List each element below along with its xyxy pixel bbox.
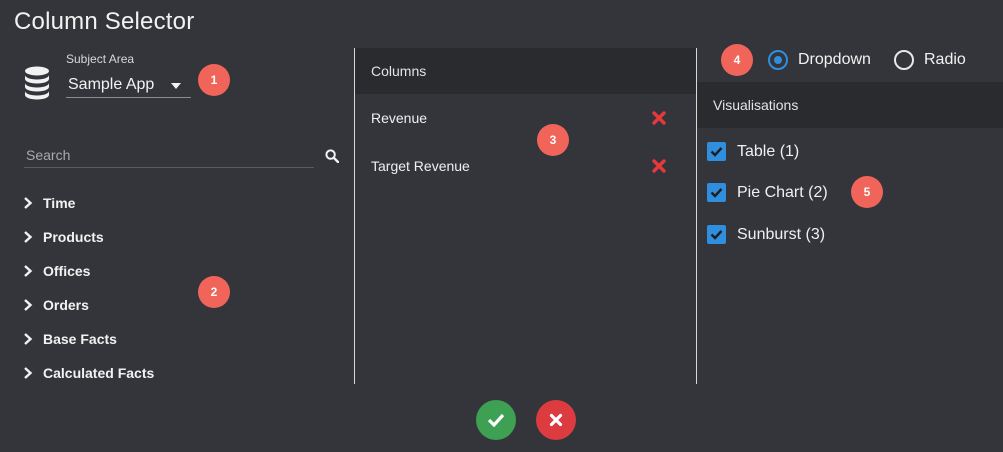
- columns-header: Columns: [355, 48, 696, 94]
- checkbox-label: Pie Chart (2): [737, 183, 828, 201]
- tree-item-base-facts[interactable]: Base Facts: [22, 322, 154, 356]
- tree-item-label: Time: [43, 195, 76, 211]
- callout-badge-4: 4: [721, 44, 753, 76]
- checkbox-checked-icon: [707, 183, 726, 202]
- chevron-right-icon: [24, 197, 33, 209]
- tree-item-products[interactable]: Products: [22, 220, 154, 254]
- checkbox-checked-icon: [707, 225, 726, 244]
- radio-selected-icon: [768, 50, 788, 70]
- checkbox-table[interactable]: Table (1): [707, 142, 799, 161]
- column-item-target-revenue: Target Revenue: [371, 154, 671, 178]
- cancel-button[interactable]: [536, 400, 576, 440]
- checkbox-checked-icon: [707, 142, 726, 161]
- callout-badge-2: 2: [198, 276, 230, 308]
- remove-icon[interactable]: [651, 110, 667, 126]
- subject-area-dropdown[interactable]: Sample App: [66, 74, 191, 98]
- tree-item-calculated-facts[interactable]: Calculated Facts: [22, 356, 154, 390]
- confirm-button[interactable]: [476, 400, 516, 440]
- caret-down-icon: [171, 83, 181, 89]
- tree-item-label: Calculated Facts: [43, 365, 155, 381]
- tree-item-label: Base Facts: [43, 331, 117, 347]
- subject-area-label: Subject Area: [66, 52, 135, 66]
- radio-unselected-icon: [894, 50, 914, 70]
- tree-item-label: Products: [43, 229, 104, 245]
- chevron-right-icon: [24, 265, 33, 277]
- checkbox-label: Sunburst (3): [737, 225, 826, 243]
- radio-radio[interactable]: Radio: [894, 50, 966, 70]
- column-item-label: Revenue: [371, 110, 428, 126]
- subject-area-value: Sample App: [68, 76, 155, 93]
- page-title: Column Selector: [14, 8, 195, 35]
- tree-item-orders[interactable]: Orders: [22, 288, 154, 322]
- radio-dropdown[interactable]: Dropdown: [768, 50, 871, 70]
- column-item-revenue: Revenue: [371, 106, 671, 130]
- radio-label: Dropdown: [798, 51, 871, 68]
- chevron-right-icon: [24, 333, 33, 345]
- callout-badge-1: 1: [198, 64, 230, 96]
- chevron-right-icon: [24, 299, 33, 311]
- panel-divider: [354, 48, 355, 384]
- radio-label: Radio: [924, 51, 966, 68]
- tree-item-time[interactable]: Time: [22, 186, 154, 220]
- subject-area-tree: Time Products Offices Orders Base Facts …: [22, 186, 154, 390]
- tree-item-offices[interactable]: Offices: [22, 254, 154, 288]
- close-icon: [549, 413, 563, 427]
- search-input[interactable]: [24, 144, 314, 166]
- column-item-label: Target Revenue: [371, 158, 470, 174]
- search-field: [24, 144, 314, 168]
- checkbox-sunburst[interactable]: Sunburst (3): [707, 225, 825, 244]
- check-icon: [487, 413, 505, 427]
- callout-badge-3: 3: [537, 124, 569, 156]
- search-icon[interactable]: [325, 149, 339, 163]
- chevron-right-icon: [24, 367, 33, 379]
- tree-item-label: Offices: [43, 263, 91, 279]
- remove-icon[interactable]: [651, 158, 667, 174]
- callout-badge-5: 5: [851, 176, 883, 208]
- database-icon: [25, 66, 49, 100]
- tree-item-label: Orders: [43, 297, 89, 313]
- visualisations-header: Visualisations: [697, 82, 1003, 128]
- checkbox-label: Table (1): [737, 142, 800, 160]
- chevron-right-icon: [24, 231, 33, 243]
- checkbox-pie-chart[interactable]: Pie Chart (2): [707, 183, 828, 202]
